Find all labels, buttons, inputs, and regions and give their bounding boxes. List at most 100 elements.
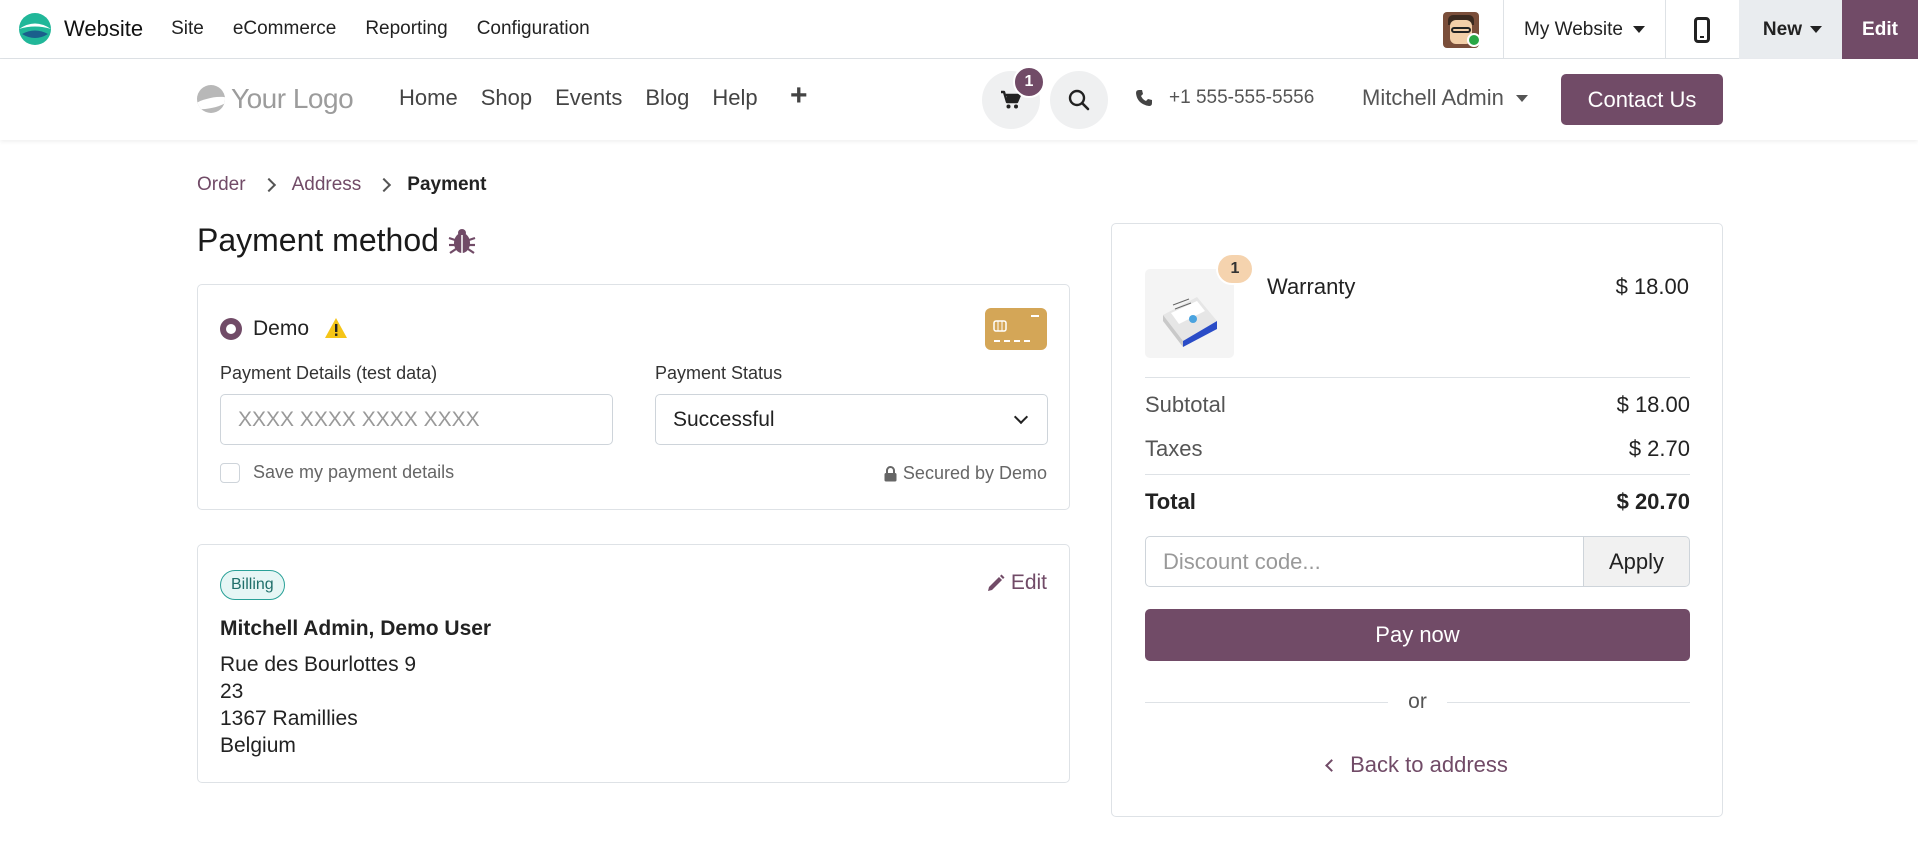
menu-ecommerce[interactable]: eCommerce bbox=[233, 18, 336, 40]
billing-badge: Billing bbox=[220, 570, 285, 600]
address-line: 23 bbox=[220, 680, 244, 703]
provider-name: Demo bbox=[253, 317, 310, 340]
mobile-preview-button[interactable] bbox=[1664, 0, 1739, 59]
phone-contact[interactable]: +1 555-555-5556 bbox=[1135, 87, 1314, 109]
payment-status-value: Successful bbox=[673, 407, 775, 431]
total-label: Total bbox=[1145, 489, 1196, 514]
admin-navbar: Website Site eCommerce Reporting Configu… bbox=[0, 0, 1918, 59]
website-selector-label: My Website bbox=[1524, 18, 1623, 40]
phone-icon bbox=[1136, 90, 1152, 106]
payment-status-label: Payment Status bbox=[655, 363, 783, 383]
user-avatar-button[interactable] bbox=[1427, 0, 1495, 59]
user-name: Mitchell Admin bbox=[1362, 85, 1504, 110]
caret-down-icon bbox=[1810, 26, 1822, 33]
mobile-phone-icon bbox=[1694, 16, 1711, 43]
search-icon bbox=[1068, 89, 1090, 111]
phone-number: +1 555-555-5556 bbox=[1169, 87, 1315, 108]
credit-card-icon bbox=[985, 308, 1047, 350]
warning-icon bbox=[325, 318, 347, 338]
order-summary: 1 Warranty $ 18.00 Subtotal $ 18.00 Taxe… bbox=[1111, 223, 1723, 817]
taxes-value: $ 2.70 bbox=[1628, 436, 1690, 461]
page-title-text: Payment method bbox=[197, 222, 439, 258]
breadcrumb-order[interactable]: Order bbox=[197, 174, 246, 196]
card-number-input[interactable]: XXXX XXXX XXXX XXXX bbox=[220, 394, 613, 445]
breadcrumb-address[interactable]: Address bbox=[292, 174, 362, 196]
contact-us-button[interactable]: Contact Us bbox=[1561, 74, 1723, 125]
address-line: 1367 Ramillies bbox=[220, 707, 358, 730]
menu-reporting[interactable]: Reporting bbox=[365, 18, 447, 40]
website-selector[interactable]: My Website bbox=[1503, 0, 1665, 59]
payment-provider-card: Demo Payment Details (test data) Payment… bbox=[197, 284, 1070, 510]
pencil-icon bbox=[987, 574, 1005, 591]
chevron-left-icon bbox=[1325, 758, 1338, 772]
divider bbox=[1145, 377, 1690, 378]
edit-billing-label: Edit bbox=[1010, 571, 1047, 594]
chevron-right-icon bbox=[261, 177, 276, 193]
pay-now-button[interactable]: Pay now bbox=[1145, 609, 1690, 661]
apply-discount-button[interactable]: Apply bbox=[1584, 536, 1690, 587]
bug-icon[interactable] bbox=[447, 226, 477, 256]
lock-icon bbox=[884, 465, 897, 481]
back-to-address-label: Back to address bbox=[1350, 752, 1508, 777]
user-menu[interactable]: Mitchell Admin bbox=[1362, 85, 1528, 111]
back-to-address-link[interactable]: Back to address bbox=[1145, 752, 1690, 778]
address-line: Rue des Bourlottes 9 bbox=[220, 653, 417, 676]
chevron-right-icon bbox=[377, 177, 392, 193]
logo-text: Your Logo bbox=[231, 83, 354, 114]
nav-events[interactable]: Events bbox=[555, 85, 622, 111]
page-title: Payment method bbox=[197, 222, 477, 259]
product-price: $ 18.00 bbox=[1615, 274, 1689, 299]
app-brand[interactable]: Website bbox=[18, 12, 143, 46]
website-app-icon bbox=[19, 13, 51, 45]
nav-home[interactable]: Home bbox=[399, 85, 458, 111]
billing-address-card: Billing Edit Mitchell Admin, Demo User R… bbox=[197, 544, 1070, 783]
admin-menu: Site eCommerce Reporting Configuration bbox=[171, 18, 590, 40]
site-logo[interactable]: Your Logo bbox=[197, 83, 354, 115]
save-payment-label: Save my payment details bbox=[253, 462, 455, 482]
or-label: or bbox=[1408, 690, 1427, 713]
app-name: Website bbox=[64, 16, 144, 41]
site-nav: Home Shop Events Blog Help bbox=[399, 85, 758, 111]
discount-group: Discount code... Apply bbox=[1145, 536, 1690, 587]
nav-shop[interactable]: Shop bbox=[481, 85, 532, 111]
caret-down-icon bbox=[1515, 94, 1528, 102]
discount-code-input[interactable]: Discount code... bbox=[1145, 536, 1584, 587]
or-separator: or bbox=[1145, 690, 1690, 714]
breadcrumb-current: Payment bbox=[407, 174, 487, 195]
total-value: $ 20.70 bbox=[1616, 489, 1690, 514]
subtotal-row: Subtotal $ 18.00 bbox=[1145, 392, 1690, 418]
edit-billing-link[interactable]: Edit bbox=[987, 571, 1047, 595]
admin-right-tools: My Website New Edit bbox=[1427, 0, 1918, 59]
website-header: Your Logo Home Shop Events Blog Help + 1… bbox=[0, 59, 1918, 140]
caret-down-icon bbox=[1632, 26, 1645, 33]
taxes-label: Taxes bbox=[1145, 436, 1203, 461]
subtotal-value: $ 18.00 bbox=[1616, 392, 1690, 417]
payment-details-label: Payment Details (test data) bbox=[220, 363, 438, 383]
product-name[interactable]: Warranty bbox=[1267, 274, 1355, 300]
secured-by-label: Secured by Demo bbox=[902, 463, 1047, 483]
new-content-button[interactable]: New bbox=[1738, 0, 1842, 59]
save-payment-checkbox[interactable] bbox=[220, 463, 240, 483]
add-menu-icon[interactable]: + bbox=[790, 79, 808, 113]
new-label: New bbox=[1762, 18, 1802, 40]
checkout-breadcrumb: Order Address Payment bbox=[197, 174, 486, 196]
nav-blog[interactable]: Blog bbox=[645, 85, 689, 111]
search-button[interactable] bbox=[1050, 71, 1108, 129]
subtotal-label: Subtotal bbox=[1145, 392, 1226, 417]
address-line: Belgium bbox=[220, 734, 296, 757]
billing-name: Mitchell Admin, Demo User bbox=[220, 617, 492, 640]
menu-site[interactable]: Site bbox=[171, 18, 204, 40]
provider-radio[interactable] bbox=[220, 318, 242, 340]
total-row: Total $ 20.70 bbox=[1145, 489, 1690, 515]
logo-mark-icon bbox=[197, 85, 225, 113]
taxes-row: Taxes $ 2.70 bbox=[1145, 436, 1690, 462]
chevron-down-icon bbox=[1013, 409, 1029, 424]
divider bbox=[1145, 474, 1690, 475]
product-image bbox=[1145, 269, 1234, 358]
payment-status-select[interactable]: Successful bbox=[655, 394, 1048, 445]
nav-help[interactable]: Help bbox=[712, 85, 757, 111]
product-qty-badge: 1 bbox=[1216, 253, 1254, 285]
edit-page-button[interactable]: Edit bbox=[1842, 0, 1918, 59]
cart-count-badge: 1 bbox=[1013, 66, 1045, 98]
menu-configuration[interactable]: Configuration bbox=[477, 18, 590, 40]
